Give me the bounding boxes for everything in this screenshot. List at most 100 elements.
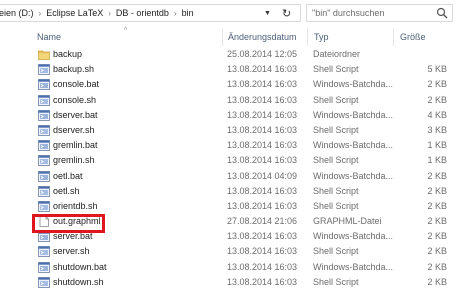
file-size: 2 KB [427,200,447,211]
file-name: console.sh [53,94,97,105]
file-date: 13.08.2014 16:03 [227,155,298,166]
column-header-name[interactable]: Name [37,32,61,42]
batch-file-icon [38,261,50,273]
script-file-icon [38,64,50,76]
file-row[interactable]: console.bat 13.08.2014 16:03 Windows-Batch… [0,77,461,92]
file-size: 1 KB [427,140,447,151]
file-date: 13.08.2014 16:03 [227,79,298,90]
script-file-icon [38,94,50,106]
file-row[interactable]: dserver.sh 13.08.2014 16:03 Shell Script 3 … [0,123,461,138]
file-size: 2 KB [427,94,447,105]
file-date: 13.08.2014 16:03 [227,200,298,211]
batch-file-icon [38,140,50,152]
file-row[interactable]: server.sh 13.08.2014 16:03 Shell Script 2 K… [0,244,461,259]
batch-file-icon [38,231,50,243]
file-date: 27.08.2014 21:06 [227,216,298,227]
file-date: 13.08.2014 16:03 [227,124,298,135]
file-row[interactable]: orientdb.sh 13.08.2014 16:03 Shell Script 2… [0,199,461,214]
breadcrumb-item[interactable]: bin [182,8,194,18]
file-type: Shell Script [313,94,359,105]
file-row[interactable]: dserver.bat 13.08.2014 16:03 Windows-Batch… [0,108,461,123]
file-row[interactable]: oetl.sh 13.08.2014 16:03 Shell Script 2 KB [0,184,461,199]
file-size: 2 KB [427,170,447,181]
file-date: 13.08.2014 16:03 [227,94,298,105]
document-file-icon [39,216,49,227]
file-type: Shell Script [313,276,359,287]
column-header-date[interactable]: Änderungsdatum [228,32,297,42]
script-file-icon [38,276,50,288]
sort-ascending-icon: ^ [124,27,128,34]
file-date: 13.08.2014 16:03 [227,64,298,75]
file-size: 2 KB [427,276,447,287]
script-file-icon [38,200,50,212]
search-box[interactable]: "bin" durchsuchen [306,4,453,22]
search-input[interactable]: "bin" durchsuchen [312,8,384,18]
file-type: Windows-Batchda... [313,170,394,181]
column-header-type[interactable]: Typ [314,32,329,42]
file-size: 2 KB [427,216,447,227]
file-name: out.graphml [53,216,101,227]
file-row[interactable]: gremlin.sh 13.08.2014 16:03 Shell Script 1 … [0,153,461,168]
file-type: Shell Script [313,246,359,257]
batch-file-icon [38,109,50,121]
file-name: server.sh [53,246,90,257]
file-date: 13.08.2014 16:03 [227,231,298,242]
breadcrumb-item[interactable]: DB - orientdb [116,8,169,18]
file-row[interactable]: server.bat 13.08.2014 16:03 Windows-Batchd… [0,229,461,244]
breadcrumb-separator-icon: › [108,9,111,18]
file-row[interactable]: backup.sh 13.08.2014 16:03 Shell Script 5 K… [0,62,461,77]
file-type: Windows-Batchda... [313,140,394,151]
column-divider[interactable] [393,28,394,46]
file-row[interactable]: console.sh 13.08.2014 16:03 Shell Script 2 … [0,93,461,108]
chevron-down-icon[interactable]: ▼ [264,10,271,17]
file-row[interactable]: shutdown.bat 13.08.2014 16:03 Windows-Batc… [0,260,461,275]
folder-icon [38,50,50,60]
file-type: GRAPHML-Datei [313,216,382,227]
column-divider[interactable] [307,28,308,46]
file-row[interactable]: gremlin.bat 13.08.2014 16:03 Windows-Batch… [0,138,461,153]
file-size: 1 KB [427,155,447,166]
file-name: backup [53,49,83,59]
file-name: console.bat [53,79,100,90]
file-type: Windows-Batchda... [313,231,394,242]
file-name: server.bat [53,231,93,242]
file-row[interactable]: shutdown.sh 13.08.2014 16:03 Shell Script 2… [0,275,461,290]
file-size: 3 KB [427,124,447,135]
file-type: Shell Script [313,124,359,135]
file-type: Shell Script [313,200,359,211]
batch-file-icon [38,170,50,182]
file-name: dserver.bat [53,109,98,120]
breadcrumb-item[interactable]: eien (D:) [0,8,34,18]
breadcrumb-item[interactable]: Eclipse LaTeX [46,8,103,18]
script-file-icon [38,125,50,136]
file-type: Dateiordner [313,49,361,59]
script-file-icon [38,246,50,258]
column-header-size[interactable]: Größe [400,32,426,42]
file-type: Shell Script [313,64,359,75]
file-size: 2 KB [427,185,447,196]
file-size: 2 KB [427,79,447,90]
file-row[interactable]: out.graphml 27.08.2014 21:06 GRAPHML-Datei… [0,214,461,229]
file-type: Windows-Batchda... [313,261,394,272]
file-row[interactable]: backup 25.08.2014 12:05 Dateiordner [0,47,461,62]
file-date: 13.08.2014 04:09 [227,170,298,181]
column-header: ^ Name Änderungsdatum Typ Größe [0,27,461,46]
search-icon[interactable] [436,7,448,19]
address-bar[interactable]: eien (D:) › Eclipse LaTeX › DB - orientdb › bi… [0,4,301,22]
script-file-icon [38,185,50,197]
breadcrumb-separator-icon: › [38,9,42,18]
file-row[interactable]: oetl.bat 13.08.2014 04:09 Windows-Batchda.… [0,169,461,184]
file-name: oetl.bat [53,170,83,181]
file-date: 13.08.2014 16:03 [227,246,298,257]
file-date: 13.08.2014 16:03 [227,109,298,120]
file-name: dserver.sh [53,124,95,135]
file-type: Shell Script [313,155,359,166]
file-type: Windows-Batchda... [313,109,394,120]
file-name: oetl.sh [53,185,80,196]
file-date: 13.08.2014 16:03 [227,185,298,196]
file-size: 4 KB [427,109,447,120]
column-divider[interactable] [222,28,223,46]
breadcrumb: eien (D:) › Eclipse LaTeX › DB - orientdb › bi… [0,8,194,18]
refresh-icon[interactable]: ↻ [282,7,291,20]
file-name: gremlin.sh [53,155,95,166]
